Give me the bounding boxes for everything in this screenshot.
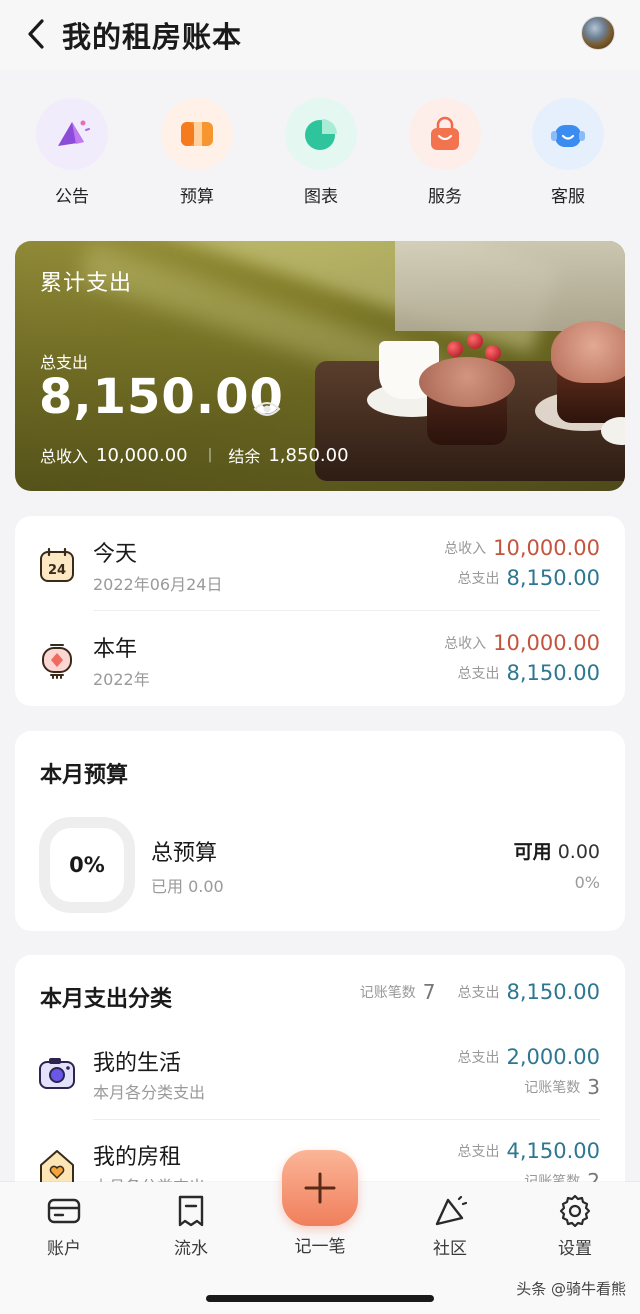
category-row-life[interactable]: 我的生活 本月各分类支出 总支出 2,000.00 记账笔数 3	[15, 1035, 625, 1119]
quick-action-label: 客服	[551, 187, 585, 207]
income-amount: 10,000.00	[493, 631, 600, 655]
toggle-visibility-button[interactable]	[253, 399, 281, 419]
tab-settings[interactable]: 设置	[535, 1194, 615, 1259]
top-bar: 我的租房账本	[0, 0, 640, 70]
budget-used: 已用 0.00	[151, 873, 224, 897]
watermark: 头条 @骑牛看熊	[516, 1280, 626, 1298]
budget-icon	[181, 122, 213, 146]
count-label: 记账笔数	[524, 1080, 581, 1096]
quick-action-label: 公告	[55, 187, 89, 207]
shopping-bag-icon	[431, 116, 459, 150]
period-date: 2022年	[93, 670, 150, 689]
total-income-label: 总收入	[40, 447, 89, 466]
expense-amount: 8,150.00	[506, 566, 600, 590]
tab-transactions[interactable]: 流水	[151, 1194, 231, 1259]
period-row-today[interactable]: 24 今天 2022年06月24日 总收入 10,000.00 总支出 8,15…	[15, 516, 625, 611]
tab-community[interactable]: 社区	[410, 1194, 490, 1259]
available-value: 0.00	[557, 841, 600, 863]
expense-amount: 8,150.00	[506, 661, 600, 685]
quick-action-support[interactable]: 客服	[523, 98, 613, 207]
tab-accounts[interactable]: 账户	[24, 1194, 104, 1259]
count-label: 记账笔数	[359, 985, 416, 1001]
quick-action-service[interactable]: 服务	[400, 98, 490, 207]
income-amount: 10,000.00	[493, 536, 600, 560]
section-title: 本月支出分类	[40, 987, 173, 1012]
expense-label: 总支出	[457, 985, 500, 1001]
pie-chart-icon	[305, 119, 337, 150]
expense-label: 总支出	[457, 571, 500, 587]
used-value: 0.00	[188, 877, 224, 896]
home-indicator	[206, 1295, 434, 1302]
expense-label: 总支出	[457, 666, 500, 682]
expense-label: 总支出	[457, 1050, 500, 1066]
period-row-year[interactable]: 本年 2022年 总收入 10,000.00 总支出 8,150.00	[15, 611, 625, 706]
banner-title: 累计支出	[40, 271, 133, 296]
count-value: 7	[422, 980, 436, 1004]
section-title: 本月预算	[40, 763, 129, 788]
period-summary-card: 24 今天 2022年06月24日 总收入 10,000.00 总支出 8,15…	[15, 516, 625, 706]
gear-icon	[559, 1194, 591, 1228]
quick-action-budget[interactable]: 预算	[152, 98, 242, 207]
quick-action-label: 图表	[304, 187, 338, 207]
total-income-amount: 10,000.00	[96, 444, 188, 466]
add-record-button[interactable]	[282, 1150, 358, 1226]
quick-action-label: 服务	[428, 187, 462, 207]
megaphone-icon	[58, 120, 90, 146]
plus-icon	[304, 1172, 336, 1204]
lantern-icon	[42, 644, 72, 679]
period-title: 本年	[93, 637, 138, 662]
period-title: 今天	[93, 542, 138, 567]
calendar-icon: 24	[40, 547, 74, 582]
quick-action-announcement[interactable]: 公告	[27, 98, 117, 207]
period-date: 2022年06月24日	[93, 575, 223, 594]
card-icon	[47, 1198, 81, 1224]
tab-label: 设置	[558, 1239, 592, 1259]
tab-label: 流水	[174, 1239, 208, 1259]
budget-available: 可用 0.00	[514, 837, 600, 864]
income-label: 总收入	[444, 541, 487, 557]
budget-percent: 0%	[69, 853, 105, 877]
category-title: 我的生活	[93, 1051, 182, 1076]
divider: |	[207, 447, 213, 463]
tab-label: 账户	[47, 1239, 81, 1259]
tab-label: 社区	[433, 1239, 467, 1259]
banner-footer: 总收入 10,000.00 | 结余 1,850.00	[40, 443, 349, 467]
expense-amount: 8,150.00	[506, 980, 600, 1004]
quick-action-label: 预算	[180, 187, 214, 207]
category-subtitle: 本月各分类支出	[93, 1083, 206, 1102]
balance-amount: 1,850.00	[268, 444, 349, 466]
add-record-label: 记一笔	[294, 1237, 346, 1257]
budget-card[interactable]: 本月预算 0% 总预算 已用 0.00 可用 0.00 0%	[15, 731, 625, 931]
category-summary: 记账笔数 7 总支出 8,150.00	[360, 978, 600, 1006]
budget-name: 总预算	[151, 841, 218, 866]
expense-amount: 4,150.00	[506, 1139, 600, 1163]
balance-label: 结余	[228, 447, 261, 466]
quick-actions: 公告 预算 图表 服务 客服	[0, 98, 640, 210]
summary-banner[interactable]: 累计支出 总支出 8,150.00 总收入 10,000.00 | 结余 1,8…	[15, 241, 625, 491]
count-value: 3	[587, 1075, 600, 1099]
total-expense-amount: 8,150.00	[39, 369, 284, 425]
eye-icon	[253, 402, 281, 416]
headset-icon	[551, 125, 585, 147]
available-label: 可用	[513, 841, 552, 863]
svg-text:24: 24	[48, 563, 66, 578]
page-title: 我的租房账本	[62, 20, 243, 54]
avatar[interactable]	[581, 16, 615, 50]
income-label: 总收入	[444, 636, 487, 652]
budget-progress-ring: 0%	[39, 817, 135, 913]
chevron-left-icon	[28, 19, 44, 49]
camera-icon	[39, 1058, 75, 1089]
megaphone-icon	[435, 1195, 467, 1226]
expense-label: 总支出	[457, 1144, 500, 1160]
house-icon	[40, 1150, 74, 1184]
used-label: 已用	[151, 877, 184, 896]
back-button[interactable]	[22, 16, 52, 52]
divider	[93, 1119, 600, 1120]
category-title: 我的房租	[93, 1145, 182, 1170]
receipt-icon	[178, 1195, 204, 1227]
available-percent: 0%	[574, 873, 600, 892]
expense-amount: 2,000.00	[506, 1045, 600, 1069]
quick-action-chart[interactable]: 图表	[276, 98, 366, 207]
